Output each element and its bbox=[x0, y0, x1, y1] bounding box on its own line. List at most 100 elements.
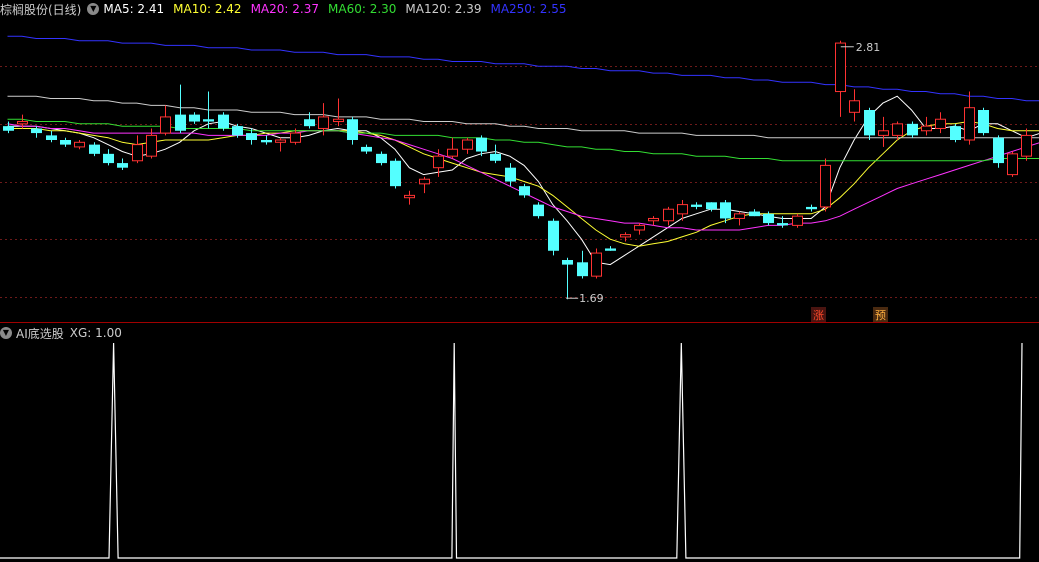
candle[interactable] bbox=[993, 135, 1004, 168]
low-annotation: 1.69 bbox=[566, 292, 604, 305]
candle[interactable] bbox=[620, 232, 631, 242]
candle-body bbox=[548, 220, 559, 251]
candle[interactable] bbox=[663, 206, 674, 226]
candle[interactable] bbox=[648, 216, 659, 226]
candle[interactable] bbox=[921, 116, 932, 136]
candle[interactable] bbox=[347, 116, 358, 145]
marker-zhang[interactable]: 涨 bbox=[811, 307, 826, 322]
candle[interactable] bbox=[950, 123, 961, 143]
candle[interactable] bbox=[333, 98, 344, 127]
candle[interactable] bbox=[31, 126, 42, 138]
ma250-line bbox=[7, 35, 1039, 102]
candle-body bbox=[1007, 153, 1018, 176]
candle-body bbox=[17, 121, 28, 125]
candle[interactable] bbox=[935, 112, 946, 134]
candle[interactable] bbox=[419, 176, 430, 194]
candle-body bbox=[390, 160, 401, 187]
candle-body bbox=[505, 167, 516, 182]
candle[interactable] bbox=[591, 248, 602, 279]
candle-body bbox=[734, 213, 745, 219]
candle[interactable] bbox=[376, 151, 387, 166]
candle-body bbox=[60, 140, 71, 145]
candle-body bbox=[189, 114, 200, 122]
candle[interactable] bbox=[117, 158, 128, 170]
candle[interactable] bbox=[634, 223, 645, 235]
candle-body bbox=[634, 224, 645, 231]
candle[interactable] bbox=[734, 211, 745, 226]
candle[interactable] bbox=[878, 116, 889, 147]
candle[interactable] bbox=[820, 158, 831, 212]
candle[interactable] bbox=[548, 218, 559, 256]
candle[interactable] bbox=[160, 105, 171, 136]
candlestick-chart[interactable]: 2.81 1.69 涨 预 bbox=[0, 0, 1039, 322]
marker-zhang-label: 涨 bbox=[813, 309, 824, 322]
candle[interactable] bbox=[261, 135, 272, 145]
marker-yu[interactable]: 预 bbox=[873, 307, 888, 322]
candle[interactable] bbox=[447, 137, 458, 159]
candle-body bbox=[31, 128, 42, 134]
ma20-line bbox=[7, 123, 1039, 231]
xg-line bbox=[0, 342, 1023, 559]
candle-body bbox=[792, 215, 803, 226]
candle[interactable] bbox=[749, 209, 760, 217]
candle[interactable] bbox=[275, 137, 286, 152]
candle-body bbox=[749, 211, 760, 217]
candle[interactable] bbox=[490, 144, 501, 164]
candle-body bbox=[433, 155, 444, 169]
candle[interactable] bbox=[562, 257, 573, 300]
candle-body bbox=[232, 126, 243, 136]
candle-body bbox=[591, 252, 602, 277]
candle-body bbox=[935, 118, 946, 129]
candle-body bbox=[132, 144, 143, 162]
candle[interactable] bbox=[189, 112, 200, 124]
candle[interactable] bbox=[605, 246, 616, 251]
candle[interactable] bbox=[132, 135, 143, 164]
candle[interactable] bbox=[978, 107, 989, 136]
candle[interactable] bbox=[89, 142, 100, 157]
candle[interactable] bbox=[74, 140, 85, 150]
candle[interactable] bbox=[806, 204, 817, 212]
xg-signal-chart[interactable] bbox=[0, 323, 1039, 562]
candle-body bbox=[950, 126, 961, 140]
candle-body bbox=[993, 137, 1004, 164]
candle-body bbox=[304, 119, 315, 127]
ma10-line bbox=[7, 120, 1039, 247]
candle-body bbox=[892, 123, 903, 136]
candle[interactable] bbox=[849, 89, 860, 122]
grid-lines bbox=[0, 66, 1039, 298]
candle-body bbox=[117, 163, 128, 168]
candle[interactable] bbox=[175, 84, 186, 134]
candle-body bbox=[146, 134, 157, 157]
candle[interactable] bbox=[103, 149, 114, 166]
candle[interactable] bbox=[390, 158, 401, 189]
candle[interactable] bbox=[1007, 151, 1018, 177]
candle[interactable] bbox=[577, 250, 588, 279]
candle[interactable] bbox=[835, 40, 846, 117]
candle[interactable] bbox=[3, 121, 14, 134]
candle-body bbox=[290, 132, 301, 143]
candle-body bbox=[663, 208, 674, 222]
candle[interactable] bbox=[907, 121, 918, 138]
candle-body bbox=[74, 141, 85, 148]
candle-body bbox=[835, 42, 846, 93]
candle[interactable] bbox=[864, 107, 875, 140]
candle[interactable] bbox=[462, 137, 473, 154]
candle-body bbox=[620, 234, 631, 238]
candle[interactable] bbox=[404, 190, 415, 205]
candle[interactable] bbox=[60, 137, 71, 147]
candle[interactable] bbox=[964, 91, 975, 145]
candle[interactable] bbox=[361, 144, 372, 154]
candle-body bbox=[318, 116, 329, 129]
candle[interactable] bbox=[218, 112, 229, 131]
candle[interactable] bbox=[691, 202, 702, 210]
candle-body bbox=[763, 213, 774, 224]
candle-body bbox=[333, 118, 344, 123]
candle[interactable] bbox=[792, 213, 803, 228]
candle-body bbox=[103, 153, 114, 164]
candle-body bbox=[476, 137, 487, 152]
marker-yu-label: 预 bbox=[875, 309, 886, 322]
candle-body bbox=[160, 116, 171, 134]
candle[interactable] bbox=[1021, 128, 1032, 161]
candle[interactable] bbox=[533, 202, 544, 219]
candle[interactable] bbox=[46, 130, 57, 143]
